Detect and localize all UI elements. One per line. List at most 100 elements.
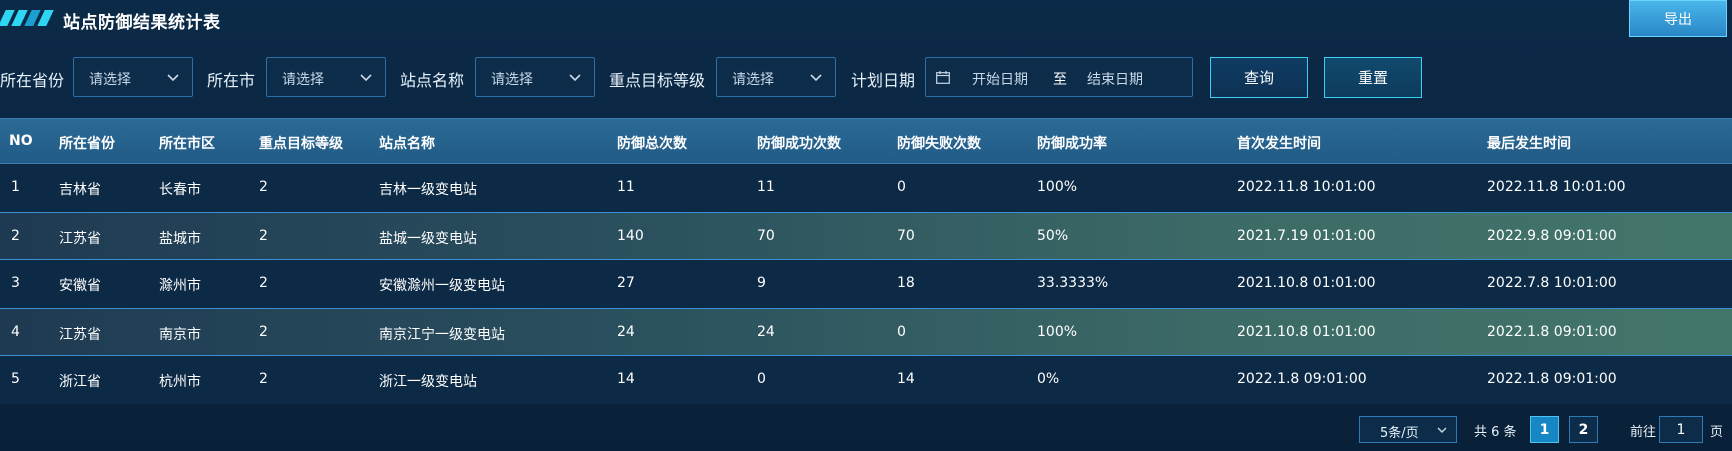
cell-no: 1 [11, 179, 20, 195]
cell-no: 4 [11, 324, 20, 340]
cell-province: 江苏省 [59, 231, 101, 247]
cell-total: 27 [617, 275, 635, 291]
cell-station: 南京江宁一级变电站 [379, 327, 505, 343]
cell-station: 浙江一级变电站 [379, 374, 477, 390]
page-button-1[interactable]: 1 [1530, 416, 1559, 443]
cell-level: 2 [259, 324, 268, 340]
cell-rate: 33.3333% [1037, 275, 1109, 291]
cell-level: 2 [259, 275, 268, 291]
column-header: 所在市区 [159, 136, 215, 152]
table-row[interactable]: 3 安徽省 滁州市 2 安徽滁州一级变电站 27 9 18 33.3333% 2… [0, 260, 1732, 308]
cell-no: 5 [11, 371, 20, 387]
calendar-icon [936, 71, 950, 84]
chevron-down-icon [1437, 427, 1447, 433]
column-header: 防御失败次数 [897, 136, 981, 152]
cell-rate: 100% [1037, 324, 1078, 340]
cell-city: 滁州市 [159, 278, 201, 294]
cell-province: 安徽省 [59, 278, 101, 294]
table-row[interactable]: 4 江苏省 南京市 2 南京江宁一级变电站 24 24 0 100% 2021.… [0, 308, 1732, 356]
cell-total: 11 [617, 179, 635, 195]
cell-last-time: 2022.7.8 10:01:00 [1487, 275, 1617, 291]
level-label: 重点目标等级 [609, 71, 706, 90]
cell-city: 杭州市 [159, 374, 201, 390]
chevron-down-icon [360, 74, 372, 82]
cell-station: 安徽滁州一级变电站 [379, 278, 505, 294]
cell-rate: 100% [1037, 179, 1078, 195]
cell-fail: 18 [897, 275, 915, 291]
goto-page-input[interactable] [1659, 416, 1703, 443]
query-button[interactable]: 查询 [1210, 57, 1308, 98]
cell-level: 2 [259, 179, 268, 195]
cell-fail: 14 [897, 371, 915, 387]
province-select[interactable]: 请选择 [73, 57, 193, 97]
page-size-value: 5条/页 [1380, 426, 1419, 441]
export-button[interactable]: 导出 [1629, 0, 1727, 37]
goto-label: 前往 [1630, 425, 1657, 440]
date-range-picker[interactable]: 开始日期 至 结束日期 [925, 57, 1193, 97]
cell-success: 11 [757, 179, 775, 195]
cell-last-time: 2022.9.8 09:01:00 [1487, 228, 1617, 244]
cell-level: 2 [259, 228, 268, 244]
table-row[interactable]: 1 吉林省 长春市 2 吉林一级变电站 11 11 0 100% 2022.11… [0, 164, 1732, 212]
date-end-input[interactable]: 结束日期 [1087, 69, 1143, 89]
column-header: 所在省份 [59, 136, 115, 152]
cell-last-time: 2022.1.8 09:01:00 [1487, 371, 1617, 387]
title-bar: 站点防御结果统计表 导出 [0, 0, 1732, 38]
cell-success: 70 [757, 228, 775, 244]
station-select[interactable]: 请选择 [475, 57, 595, 97]
cell-total: 24 [617, 324, 635, 340]
cell-city: 南京市 [159, 327, 201, 343]
cell-success: 24 [757, 324, 775, 340]
cell-province: 浙江省 [59, 374, 101, 390]
cell-total: 14 [617, 371, 635, 387]
cell-first-time: 2022.11.8 10:01:00 [1237, 179, 1376, 195]
cell-rate: 0% [1037, 371, 1060, 387]
chevron-down-icon [810, 74, 822, 82]
page: 站点防御结果统计表 导出 所在省份 请选择 所在市 请选择 站点名称 请选择 重… [0, 0, 1732, 451]
pagination: 5条/页 共 6 条 1 2 前往 页 [0, 413, 1732, 443]
table-row[interactable]: 2 江苏省 盐城市 2 盐城一级变电站 140 70 70 50% 2021.7… [0, 212, 1732, 260]
column-header: 防御成功次数 [757, 136, 841, 152]
column-header: 防御总次数 [617, 136, 687, 152]
cell-city: 长春市 [159, 182, 201, 198]
cell-province: 吉林省 [59, 182, 101, 198]
chevron-down-icon [167, 74, 179, 82]
cell-first-time: 2021.10.8 01:01:00 [1237, 324, 1376, 340]
cell-success: 9 [757, 275, 766, 291]
cell-fail: 70 [897, 228, 915, 244]
cell-station: 吉林一级变电站 [379, 182, 477, 198]
cell-first-time: 2022.1.8 09:01:00 [1237, 371, 1367, 387]
column-header: 重点目标等级 [259, 136, 343, 152]
city-label: 所在市 [207, 71, 256, 90]
cell-first-time: 2021.10.8 01:01:00 [1237, 275, 1376, 291]
cell-province: 江苏省 [59, 327, 101, 343]
cell-level: 2 [259, 371, 268, 387]
filter-bar: 所在省份 请选择 所在市 请选择 站点名称 请选择 重点目标等级 请选择 计划日… [0, 57, 1732, 98]
date-label: 计划日期 [851, 71, 916, 90]
city-select[interactable]: 请选择 [266, 57, 386, 97]
page-button-2[interactable]: 2 [1569, 416, 1598, 443]
cell-success: 0 [757, 371, 766, 387]
cell-last-time: 2022.11.8 10:01:00 [1487, 179, 1626, 195]
page-size-select[interactable]: 5条/页 [1359, 416, 1457, 443]
reset-button[interactable]: 重置 [1324, 57, 1422, 98]
chevron-down-icon [569, 74, 581, 82]
column-header: 首次发生时间 [1237, 136, 1321, 152]
cell-no: 3 [11, 275, 20, 291]
table-row[interactable]: 5 浙江省 杭州市 2 浙江一级变电站 14 0 14 0% 2022.1.8 … [0, 356, 1732, 404]
date-start-input[interactable]: 开始日期 [972, 69, 1028, 89]
cell-station: 盐城一级变电站 [379, 231, 477, 247]
city-placeholder: 请选择 [282, 72, 324, 88]
cell-city: 盐城市 [159, 231, 201, 247]
column-header: NO [9, 133, 33, 149]
column-header: 站点名称 [379, 136, 435, 152]
level-placeholder: 请选择 [732, 72, 774, 88]
station-placeholder: 请选择 [491, 72, 533, 88]
date-separator: 至 [1053, 72, 1067, 88]
cell-first-time: 2021.7.19 01:01:00 [1237, 228, 1376, 244]
station-label: 站点名称 [400, 71, 465, 90]
column-header: 最后发生时间 [1487, 136, 1571, 152]
level-select[interactable]: 请选择 [716, 57, 836, 97]
cell-fail: 0 [897, 324, 906, 340]
title-stripes-icon [0, 10, 54, 26]
